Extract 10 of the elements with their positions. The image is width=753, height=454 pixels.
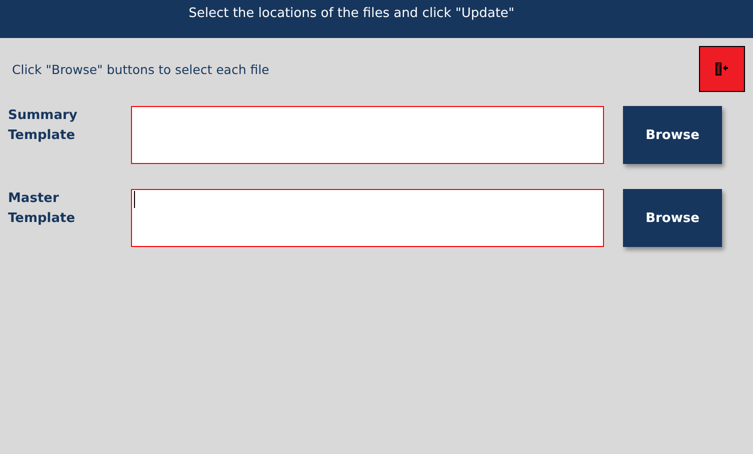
input-field[interactable] [131,106,604,164]
input-field[interactable] [131,189,604,247]
browse-button[interactable]: Browse [623,106,722,164]
instruction-text: Click "Browse" buttons to select each file [12,62,270,76]
header-title: Select the locations of the files and click "Update" [188,5,516,23]
field-label: Summary Template [7,107,78,145]
door-exit-icon [715,62,729,76]
field-label: Master Template [7,190,76,228]
browse-button[interactable]: Browse [623,189,722,247]
exit-button[interactable] [699,46,745,92]
